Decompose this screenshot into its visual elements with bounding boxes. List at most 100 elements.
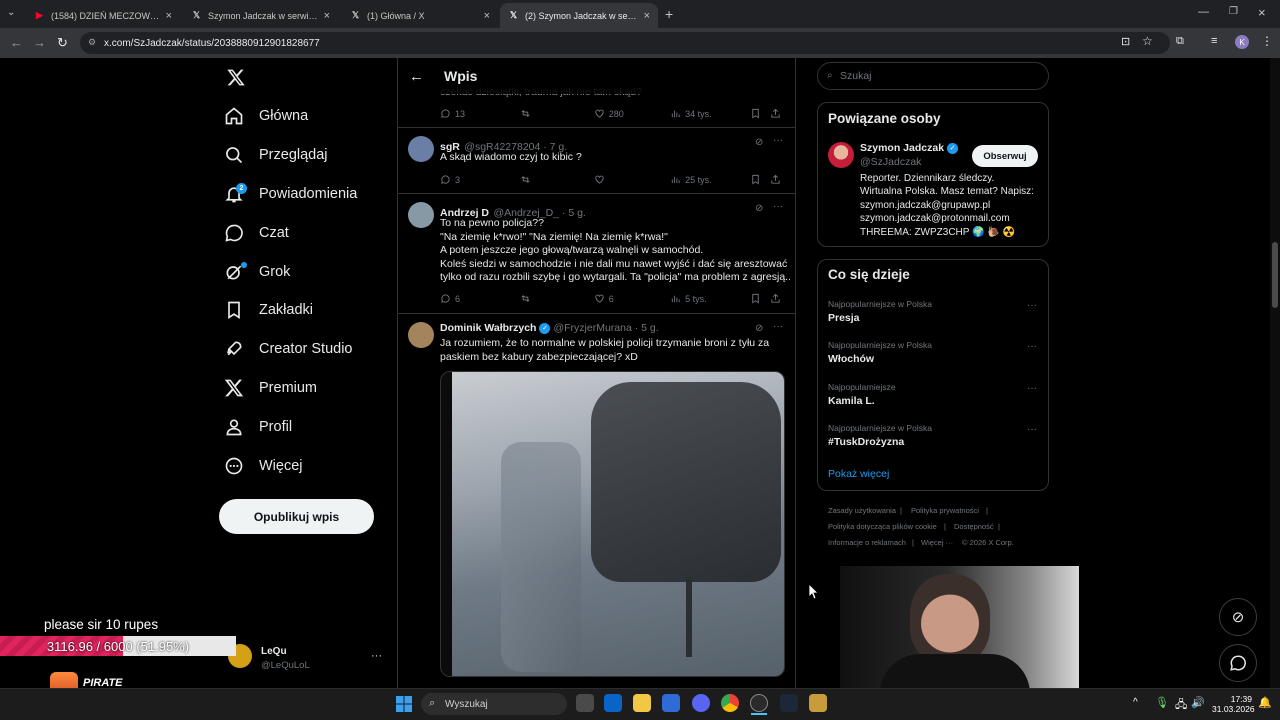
x-logo-icon[interactable]	[226, 68, 246, 87]
trend-item[interactable]: Presja	[828, 312, 860, 324]
bookmark-button[interactable]	[750, 108, 770, 119]
grok-icon[interactable]: ⊘	[755, 203, 763, 214]
sidebar-item-grok[interactable]: Grok	[224, 255, 290, 289]
share-button[interactable]	[770, 174, 785, 185]
views-button[interactable]: 5 tys.	[670, 293, 750, 304]
chrome-icon[interactable]	[721, 694, 739, 712]
tab-search-chevron-icon[interactable]: ⌄	[7, 7, 15, 18]
sidebar-item-profile[interactable]: Profil	[224, 410, 292, 444]
obs-icon[interactable]	[750, 694, 768, 712]
page-scrollbar[interactable]	[1270, 58, 1280, 688]
sidebar-item-creator-studio[interactable]: Creator Studio	[224, 332, 353, 366]
footer-link[interactable]: Polityka prywatności	[911, 506, 979, 515]
close-icon[interactable]: ×	[644, 10, 650, 22]
avatar[interactable]	[408, 136, 434, 162]
install-icon[interactable]: ⊡	[1121, 35, 1130, 48]
browser-tab-x-home[interactable]: 𝕏 (1) Główna / X ×	[342, 3, 498, 28]
network-icon[interactable]: 🖧	[1175, 696, 1187, 715]
trend-more-icon[interactable]: ···	[1027, 341, 1037, 352]
retweet-button[interactable]	[520, 108, 593, 119]
retweet-button[interactable]	[520, 293, 593, 304]
store-icon[interactable]	[662, 694, 680, 712]
scrollbar-thumb[interactable]	[1272, 242, 1278, 308]
sidebar-item-notifications[interactable]: Powiadomienia	[224, 177, 357, 211]
trend-item[interactable]: Kamila L.	[828, 395, 875, 407]
taskbar-search[interactable]: ⌕ Wyszukaj	[421, 693, 567, 715]
notifications-icon[interactable]: 🔔	[1258, 696, 1272, 709]
volume-icon[interactable]: 🔊	[1191, 696, 1205, 709]
back-icon[interactable]: ←	[10, 35, 23, 50]
trend-more-icon[interactable]: ···	[1027, 383, 1037, 394]
file-explorer-icon[interactable]	[633, 694, 651, 712]
sidebar-item-premium[interactable]: Premium	[224, 371, 317, 405]
close-icon[interactable]: ×	[324, 10, 330, 22]
back-arrow-icon[interactable]: ←	[409, 68, 424, 85]
close-icon[interactable]: ×	[166, 10, 172, 22]
footer-link[interactable]: Więcej ···	[921, 538, 953, 547]
grok-icon[interactable]: ⊘	[755, 137, 763, 148]
reload-icon[interactable]: ↻	[57, 35, 68, 51]
tweet-author-handle[interactable]: @FryzjerMurana · 5 g.	[553, 322, 658, 334]
tweet-more-icon[interactable]: ···	[773, 321, 783, 332]
reply-button[interactable]: 13	[440, 108, 520, 119]
reply-button[interactable]: 6	[440, 293, 520, 304]
trend-more-icon[interactable]: ···	[1027, 424, 1037, 435]
grok-float-icon[interactable]: ⊘	[1219, 598, 1257, 636]
browser-tab-x-status[interactable]: 𝕏 Szymon Jadczak w serwisie X: … ×	[183, 3, 338, 28]
footer-link[interactable]: Zasady użytkowania	[828, 506, 896, 515]
tweet-video[interactable]	[440, 371, 785, 677]
search-input[interactable]: ⌕ Szukaj	[817, 62, 1049, 90]
tweet-author-name[interactable]: Dominik Wałbrzych	[440, 322, 536, 334]
bookmark-button[interactable]	[750, 174, 770, 185]
sidebar-item-chat[interactable]: Czat	[224, 216, 289, 250]
views-button[interactable]: 34 tys.	[670, 108, 750, 119]
steam-icon[interactable]	[780, 694, 798, 712]
discord-icon[interactable]	[692, 694, 710, 712]
star-icon[interactable]: ☆	[1142, 34, 1153, 48]
browser-menu-icon[interactable]: ⋮	[1261, 34, 1273, 48]
sidebar-item-more[interactable]: Więcej	[224, 449, 303, 483]
like-button[interactable]: 280	[594, 108, 670, 119]
profile-avatar[interactable]: K	[1235, 35, 1249, 49]
forward-icon[interactable]: →	[33, 35, 46, 50]
post-button[interactable]: Opublikuj wpis	[219, 499, 374, 534]
views-button[interactable]: 25 tys.	[670, 174, 750, 185]
new-tab-icon[interactable]: +	[665, 6, 673, 22]
reply-button[interactable]: 3	[440, 174, 520, 185]
avatar[interactable]	[408, 202, 434, 228]
taskbar-clock[interactable]: 17:39 31.03.2026	[1212, 694, 1255, 714]
media-icon[interactable]: ≡	[1211, 35, 1217, 47]
related-person-name[interactable]: Szymon Jadczak	[860, 142, 944, 154]
related-person-handle[interactable]: @SzJadczak	[860, 156, 921, 168]
chevron-up-icon[interactable]: ^	[1133, 697, 1138, 708]
sidebar-item-home[interactable]: Główna	[224, 99, 308, 133]
close-icon[interactable]: ×	[484, 10, 490, 22]
share-button[interactable]	[770, 108, 785, 119]
extensions-icon[interactable]: ⧉	[1176, 35, 1184, 48]
sidebar-item-bookmarks[interactable]: Zakładki	[224, 293, 313, 327]
account-more-icon[interactable]: ···	[371, 650, 382, 662]
windows-start-icon[interactable]	[396, 696, 412, 712]
task-view-icon[interactable]	[576, 694, 594, 712]
footer-link[interactable]: Dostępność	[954, 522, 994, 531]
site-info-icon[interactable]: ⚙	[88, 37, 96, 48]
browser-tab-youtube[interactable]: ▶ (1584) DZIEŃ MECZOWY. Meld… ×	[26, 3, 180, 28]
browser-tab-active[interactable]: 𝕏 (2) Szymon Jadczak w serwisie … ×	[500, 3, 658, 28]
sidebar-item-explore[interactable]: Przeglądaj	[224, 138, 328, 172]
outlook-icon[interactable]	[604, 694, 622, 712]
trend-item[interactable]: Włochów	[828, 353, 874, 365]
footer-link[interactable]: Informacje o reklamach	[828, 538, 906, 547]
messages-float-button[interactable]	[1219, 644, 1257, 682]
share-button[interactable]	[770, 293, 785, 304]
retweet-button[interactable]	[520, 174, 593, 185]
bookmark-button[interactable]	[750, 293, 770, 304]
show-more-link[interactable]: Pokaż więcej	[828, 468, 889, 480]
tweet-more-icon[interactable]: ···	[773, 201, 783, 212]
league-icon[interactable]	[809, 694, 827, 712]
microphone-icon[interactable]: 🎙	[1155, 696, 1169, 709]
tweet-more-icon[interactable]: ···	[773, 135, 783, 146]
footer-link[interactable]: Polityka dotycząca plików cookie	[828, 522, 937, 531]
address-bar[interactable]: x.com/SzJadczak/status/20388809129018286…	[80, 32, 1170, 54]
minimize-icon[interactable]: —	[1198, 6, 1209, 18]
like-button[interactable]	[594, 174, 670, 185]
